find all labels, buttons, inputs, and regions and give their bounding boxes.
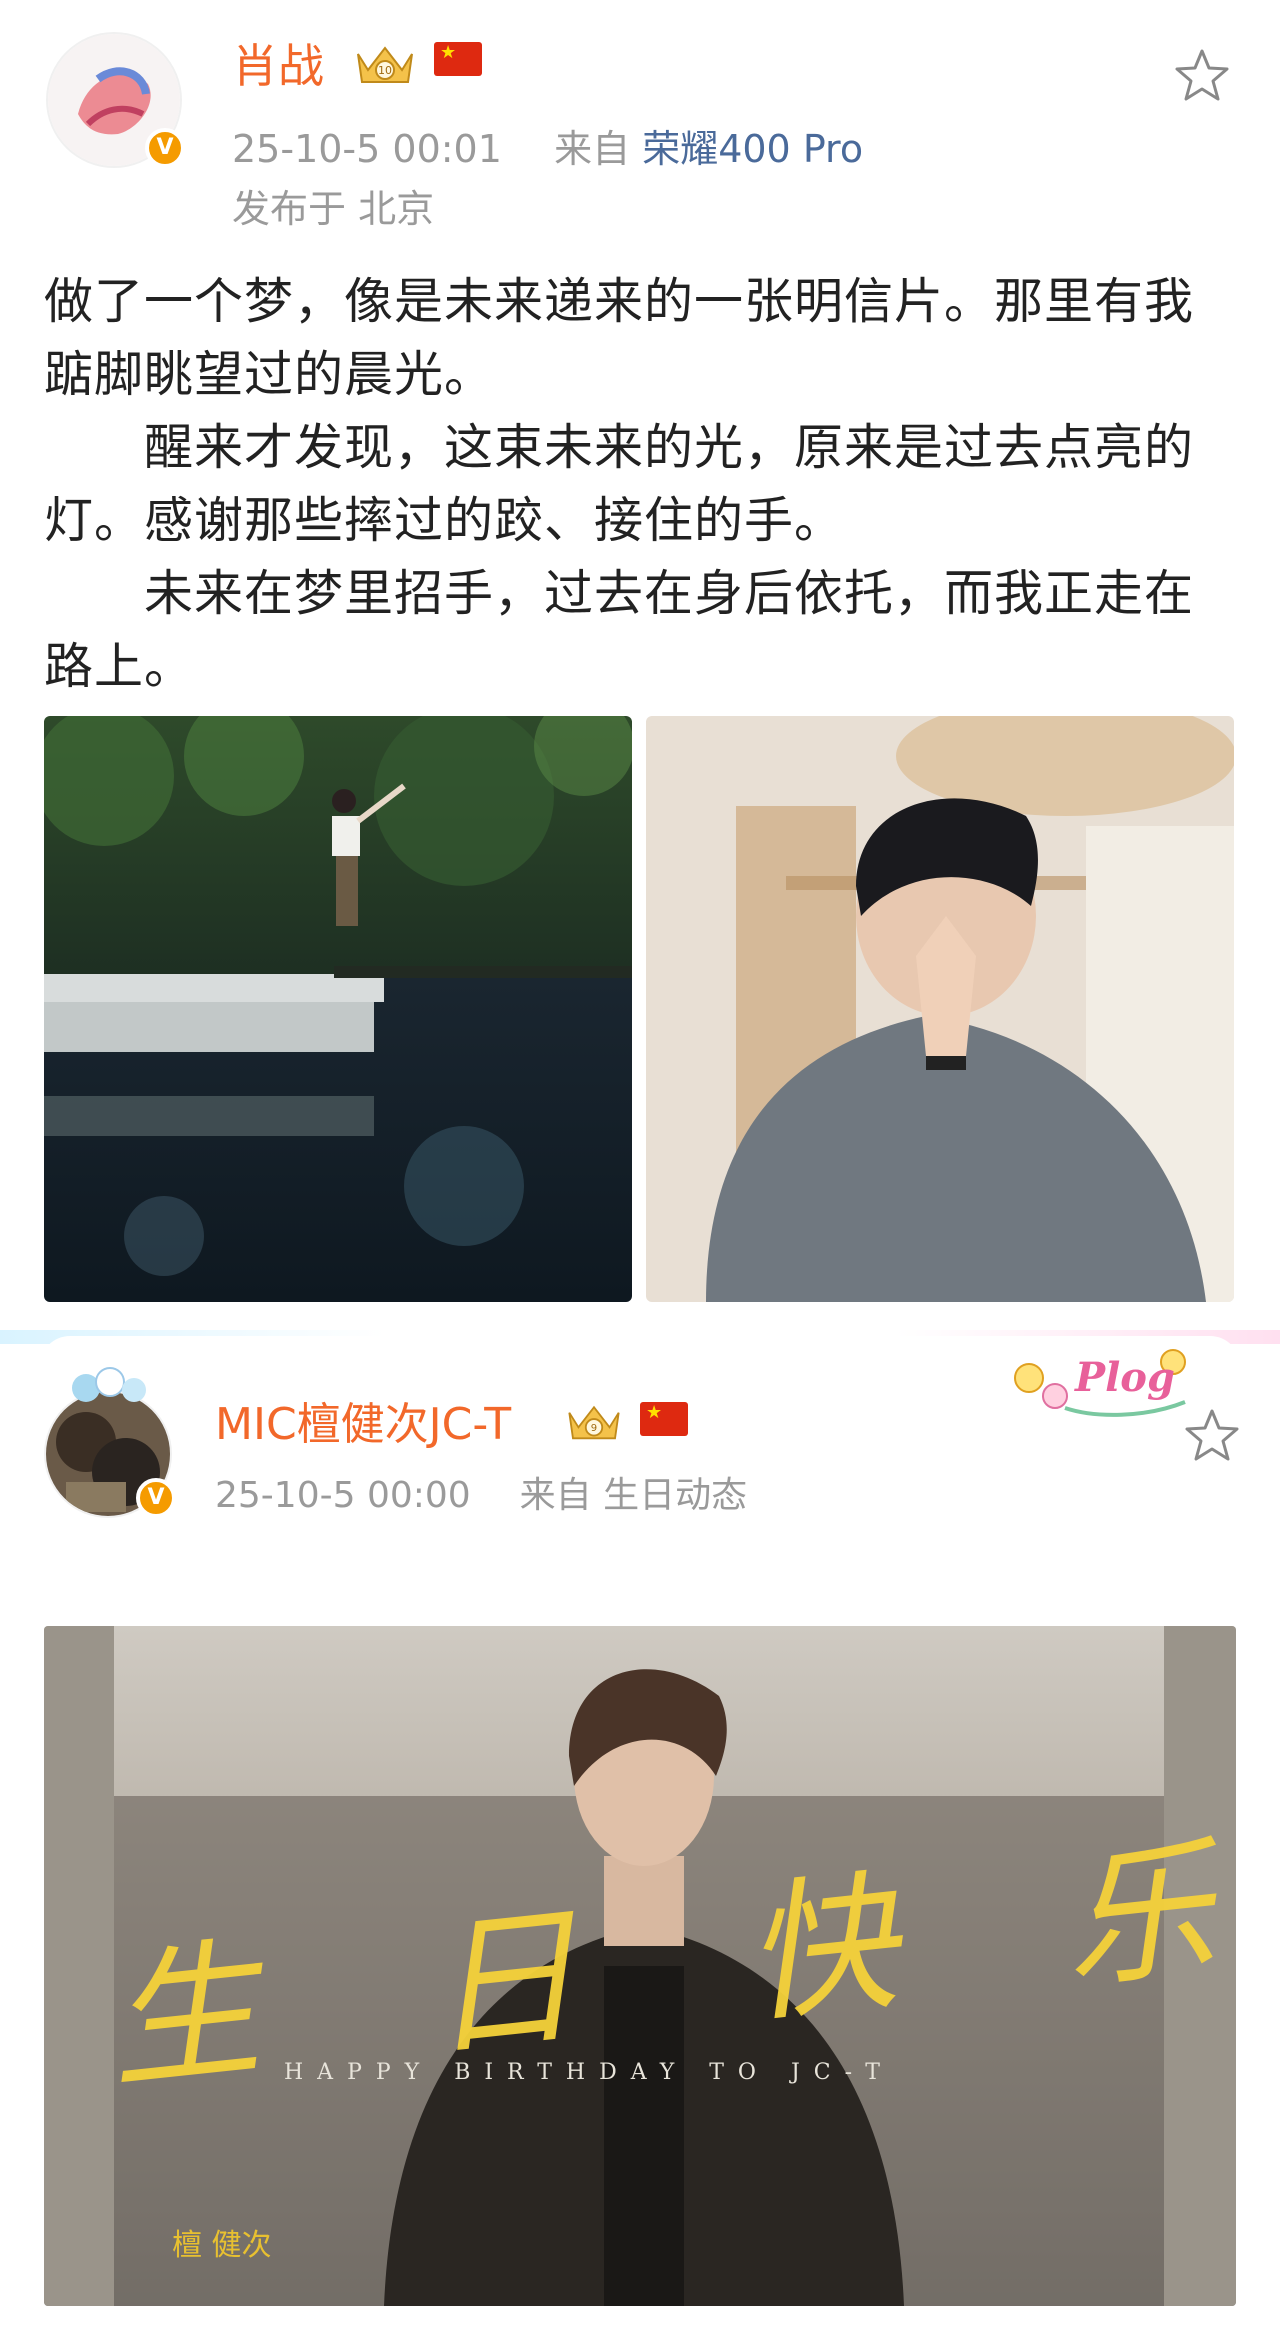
plog-label: Plog bbox=[1075, 1354, 1175, 1401]
lake-photo[interactable] bbox=[44, 716, 632, 1302]
poster-signature: 檀 健次 bbox=[172, 2228, 272, 2263]
plog-badge: Plog bbox=[1005, 1342, 1195, 1422]
weibo-post-2: V MIC檀健次JC-T 9 ★ 25-10-5 00:00 来自 生日动态 P… bbox=[0, 1330, 1280, 2334]
svg-text:10: 10 bbox=[378, 64, 392, 77]
source-prefix: 来自 bbox=[519, 1475, 592, 1516]
paragraph: 做了一个梦，像是未来递来的一张明信片。那里有我踮脚眺望过的晨光。 bbox=[44, 273, 1195, 403]
crown-badge-icon: 9 bbox=[568, 1405, 620, 1440]
avatar-decoration-icon bbox=[72, 1367, 146, 1402]
china-flag-icon: ★ bbox=[640, 1402, 688, 1436]
source-link[interactable]: 生日动态 bbox=[603, 1475, 747, 1516]
verified-icon: V bbox=[145, 128, 185, 168]
paragraph: 醒来才发现，这束未来的光，原来是过去点亮的灯。感谢那些摔过的跤、接住的手。 bbox=[44, 419, 1195, 549]
post-body: 做了一个梦，像是未来递来的一张明信片。那里有我踮脚眺望过的晨光。 醒来才发现，这… bbox=[44, 265, 1240, 703]
source-prefix: 来自 bbox=[554, 127, 631, 171]
china-flag-icon: ★ bbox=[434, 42, 482, 76]
crown-badge-icon: 10 bbox=[357, 46, 413, 83]
paragraph: 未来在梦里招手，过去在身后依托，而我正走在路上。 bbox=[44, 565, 1195, 695]
birthday-poster[interactable]: 生日快乐 HAPPY BIRTHDAY TO JC-T 檀 健次 bbox=[44, 1626, 1236, 2306]
username[interactable]: MIC檀健次JC-T bbox=[215, 1388, 511, 1452]
praying-photo[interactable] bbox=[646, 716, 1234, 1302]
poster-caption: HAPPY BIRTHDAY TO JC-T bbox=[284, 2060, 894, 2085]
post-meta: 25-10-5 00:01 来自 荣耀400 Pro bbox=[232, 118, 863, 173]
verified-icon: V bbox=[136, 1478, 176, 1518]
location: 发布于 北京 bbox=[232, 187, 435, 231]
device-link[interactable]: 荣耀400 Pro bbox=[642, 127, 863, 171]
timestamp: 25-10-5 00:01 bbox=[232, 127, 502, 171]
weibo-post-1: V 肖战 10 ★ 25-10-5 00:01 来自 荣耀400 Pro 发布于… bbox=[0, 0, 1280, 1330]
star-icon[interactable] bbox=[1172, 46, 1232, 106]
star-icon[interactable] bbox=[1182, 1406, 1242, 1466]
timestamp: 25-10-5 00:00 bbox=[215, 1475, 471, 1516]
username[interactable]: 肖战 bbox=[232, 30, 324, 96]
post-meta: 25-10-5 00:00 来自 生日动态 bbox=[215, 1466, 747, 1518]
svg-text:9: 9 bbox=[591, 1423, 597, 1434]
